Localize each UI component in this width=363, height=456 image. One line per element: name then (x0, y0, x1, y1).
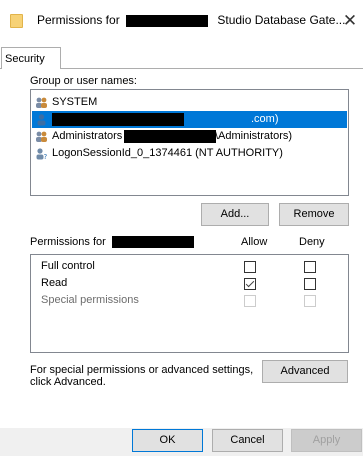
permissions-for-text: Permissions for (30, 236, 106, 248)
advanced-button[interactable]: Advanced (262, 360, 348, 383)
list-item-label: SYSTEM (52, 96, 98, 108)
title-bar: Permissions for Studio Database Gate... … (0, 0, 363, 43)
users-group-icon (36, 131, 47, 142)
window-title: Permissions for Studio Database Gate... (37, 13, 345, 27)
redacted-domain (124, 130, 216, 143)
permission-name: Full control (41, 260, 95, 272)
list-item[interactable]: SYSTEM (32, 94, 347, 111)
permission-name: Read (41, 277, 68, 289)
permission-row: Read (31, 276, 348, 292)
title-suffix: Studio Database Gate... (217, 13, 346, 27)
folder-icon (10, 14, 23, 28)
apply-button: Apply (291, 429, 362, 452)
redacted-permissions-target (111, 236, 194, 249)
users-group-icon (36, 97, 47, 108)
permissions-list: Full control Read Special permissions (30, 254, 349, 353)
close-icon[interactable]: ✕ (341, 12, 359, 30)
deny-checkbox[interactable] (304, 261, 316, 273)
add-button[interactable]: Add... (201, 203, 269, 226)
permissions-for-label: Permissions for (30, 236, 194, 249)
list-item[interactable]: ? LogonSessionId_0_1374461 (NT AUTHORITY… (32, 145, 347, 162)
list-item[interactable]: Administrators \Administrators) (32, 128, 347, 145)
tab-security-label: Security (5, 53, 45, 65)
allow-checkbox[interactable] (244, 261, 256, 273)
redacted-user (52, 113, 184, 126)
list-item-label: Administrators (52, 130, 123, 142)
list-item-label: LogonSessionId_0_1374461 (NT AUTHORITY) (52, 147, 283, 159)
permission-row: Full control (31, 259, 348, 275)
allow-checkbox[interactable] (244, 278, 256, 290)
user-unknown-icon: ? (36, 148, 48, 160)
cancel-button[interactable]: Cancel (212, 429, 283, 452)
list-item-label-suffix: \Administrators) (215, 130, 293, 142)
ok-button[interactable]: OK (132, 429, 203, 452)
redacted-name (126, 14, 209, 27)
title-prefix: Permissions for (37, 13, 120, 27)
svg-text:?: ? (44, 153, 48, 160)
advanced-note-line2: click Advanced. (30, 376, 106, 388)
advanced-note-line1: For special permissions or advanced sett… (30, 364, 254, 376)
allow-checkbox (244, 295, 256, 307)
remove-button[interactable]: Remove (279, 203, 349, 226)
deny-checkbox[interactable] (304, 278, 316, 290)
group-user-names-label: Group or user names: (30, 75, 137, 87)
permission-row: Special permissions (31, 293, 348, 309)
user-icon (37, 114, 46, 126)
list-item-label: .com) (251, 113, 279, 125)
users-list[interactable]: SYSTEM .com) Administrators \Administrat… (30, 89, 349, 196)
permission-name: Special permissions (41, 294, 139, 306)
allow-header: Allow (241, 236, 268, 248)
deny-checkbox (304, 295, 316, 307)
deny-header: Deny (299, 236, 325, 248)
list-item-selected[interactable]: .com) (32, 111, 347, 128)
tab-security[interactable]: Security (1, 47, 61, 69)
